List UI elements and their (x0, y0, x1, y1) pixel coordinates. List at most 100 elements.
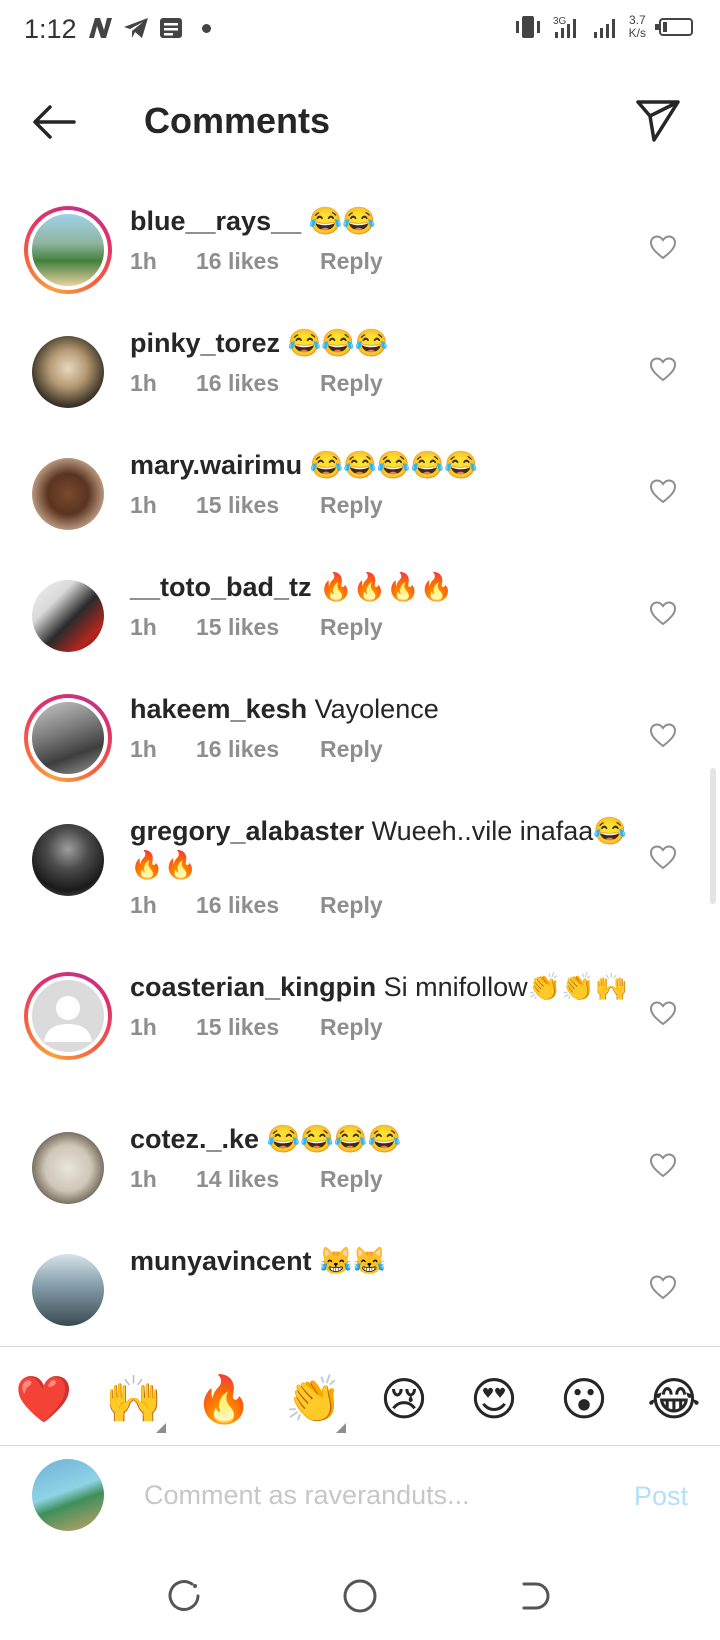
comment-username[interactable]: mary.wairimu (130, 450, 302, 480)
comment-body: __toto_bad_tz 🔥🔥🔥🔥 1h 15 likes Reply (130, 570, 630, 641)
reply-button[interactable]: Reply (320, 736, 383, 763)
comment-meta: 1h 14 likes Reply (130, 1166, 630, 1193)
avatar-wrap[interactable] (24, 1124, 112, 1212)
comment-time: 1h (130, 492, 157, 518)
comment-time: 1h (130, 1014, 157, 1040)
paper-plane-icon (636, 100, 680, 142)
reply-button[interactable]: Reply (320, 1166, 383, 1193)
reaction-fire[interactable]: 🔥 (194, 1371, 254, 1427)
news-icon (160, 18, 182, 38)
avatar-wrap[interactable] (24, 1246, 112, 1334)
vibrate-icon (515, 16, 540, 38)
system-nav-bar (0, 1552, 720, 1640)
like-heart-icon[interactable] (648, 232, 678, 262)
comment-body: mary.wairimu 😂😂😂😂😂 1h 15 likes Reply (130, 448, 630, 519)
comment-text-line: munyavincent 😹😹 (130, 1244, 630, 1278)
status-time: 1:12 (24, 14, 77, 44)
reply-button[interactable]: Reply (320, 492, 383, 519)
comment-text: 😹😹 (319, 1246, 387, 1276)
like-heart-icon[interactable] (648, 720, 678, 750)
comment-text-line: cotez._.ke 😂😂😂😂 (130, 1122, 630, 1156)
avatar-wrap[interactable] (24, 450, 112, 538)
reaction-heart[interactable]: ❤️ (14, 1371, 74, 1427)
comment-likes[interactable]: 16 likes (196, 736, 320, 763)
comment-time: 1h (130, 892, 157, 918)
avatar-story-ring[interactable] (24, 206, 112, 294)
avatar-wrap[interactable] (24, 328, 112, 416)
like-heart-icon[interactable] (648, 598, 678, 628)
comment-text-line: blue__rays__ 😂😂 (130, 204, 630, 238)
recents-icon[interactable] (162, 1574, 206, 1618)
comment-input[interactable] (144, 1469, 564, 1521)
like-heart-icon[interactable] (648, 1272, 678, 1302)
comment-text: 😂😂😂😂 (266, 1124, 402, 1154)
comment-username[interactable]: hakeem_kesh (130, 694, 307, 724)
reaction-raised-hands[interactable]: 🙌 (104, 1371, 166, 1433)
comment-username[interactable]: pinky_torez (130, 328, 280, 358)
reaction-clap-emoji: 👏 (285, 1372, 343, 1426)
comment-likes[interactable]: 15 likes (196, 492, 320, 519)
reply-button[interactable]: Reply (320, 370, 383, 397)
comment-likes[interactable]: 16 likes (196, 370, 320, 397)
comment-body: gregory_alabaster Wueeh..vile inafaa😂🔥🔥 … (130, 814, 630, 919)
comment-text-line: pinky_torez 😂😂😂 (130, 326, 630, 360)
reaction-surprised[interactable]: 😮 (554, 1371, 614, 1427)
comment-time: 1h (130, 370, 157, 396)
comment-username[interactable]: coasterian_kingpin (130, 972, 376, 1002)
comment-username[interactable]: blue__rays__ (130, 206, 301, 236)
reaction-heart-eyes[interactable]: 😍 (464, 1371, 524, 1427)
comment-likes[interactable]: 15 likes (196, 1014, 320, 1041)
comment-meta: 1h 16 likes Reply (130, 370, 630, 397)
comment-likes[interactable]: 16 likes (196, 892, 320, 919)
comment-text: Vayolence (314, 694, 439, 724)
avatar-wrap[interactable] (24, 572, 112, 660)
comment-text-line: gregory_alabaster Wueeh..vile inafaa😂🔥🔥 (130, 814, 630, 882)
comment-likes[interactable]: 14 likes (196, 1166, 320, 1193)
avatar (32, 580, 104, 652)
signal-3g-icon: 3G (553, 16, 576, 38)
comment-body: hakeem_kesh Vayolence 1h 16 likes Reply (130, 692, 630, 763)
avatar-wrap[interactable] (24, 816, 112, 904)
like-heart-icon[interactable] (648, 1150, 678, 1180)
comment-username[interactable]: munyavincent (130, 1246, 312, 1276)
comment-text: Si mnifollow👏👏🙌 (383, 972, 629, 1002)
page-title: Comments (144, 100, 331, 141)
comment-time: 1h (130, 736, 157, 762)
avatar-story-ring[interactable] (24, 694, 112, 782)
avatar (32, 1132, 104, 1204)
back-button[interactable] (26, 98, 82, 146)
reply-button[interactable]: Reply (320, 248, 383, 275)
share-button[interactable] (632, 94, 684, 146)
reaction-crying[interactable]: 😢 (374, 1371, 434, 1427)
reply-button[interactable]: Reply (320, 614, 383, 641)
reply-button[interactable]: Reply (320, 892, 383, 919)
post-button[interactable]: Post (634, 1481, 688, 1512)
like-heart-icon[interactable] (648, 842, 678, 872)
quick-reactions-bar: ❤️ 🙌 🔥 👏 😢 😍 😮 😂 (0, 1346, 720, 1446)
skin-tone-indicator (336, 1423, 346, 1433)
battery-icon (655, 18, 693, 36)
comment-body: cotez._.ke 😂😂😂😂 1h 14 likes Reply (130, 1122, 630, 1193)
comment-username[interactable]: gregory_alabaster (130, 816, 364, 846)
like-heart-icon[interactable] (648, 476, 678, 506)
comments-list[interactable]: blue__rays__ 😂😂 1h 16 likes Reply pinky_to… (0, 200, 720, 1346)
comment-text: 😂😂😂😂😂 (309, 450, 478, 480)
reaction-laughing[interactable]: 😂 (644, 1371, 704, 1427)
comment-username[interactable]: __toto_bad_tz (130, 572, 312, 602)
reaction-raised-hands-emoji: 🙌 (105, 1372, 163, 1426)
comment-body: pinky_torez 😂😂😂 1h 16 likes Reply (130, 326, 630, 397)
home-icon[interactable] (338, 1574, 382, 1618)
back-nav-icon[interactable] (514, 1574, 558, 1618)
like-heart-icon[interactable] (648, 998, 678, 1028)
comment-body: blue__rays__ 😂😂 1h 16 likes Reply (130, 204, 630, 275)
reply-button[interactable]: Reply (320, 1014, 383, 1041)
avatar-story-ring[interactable] (24, 972, 112, 1060)
comment-username[interactable]: cotez._.ke (130, 1124, 259, 1154)
comment-text: 😂😂😂 (287, 328, 389, 358)
comment-meta: 1h 16 likes Reply (130, 892, 630, 919)
reaction-clap[interactable]: 👏 (284, 1371, 346, 1433)
comment-likes[interactable]: 16 likes (196, 248, 320, 275)
comment-likes[interactable]: 15 likes (196, 614, 320, 641)
like-heart-icon[interactable] (648, 354, 678, 384)
scrollbar[interactable] (710, 768, 716, 904)
